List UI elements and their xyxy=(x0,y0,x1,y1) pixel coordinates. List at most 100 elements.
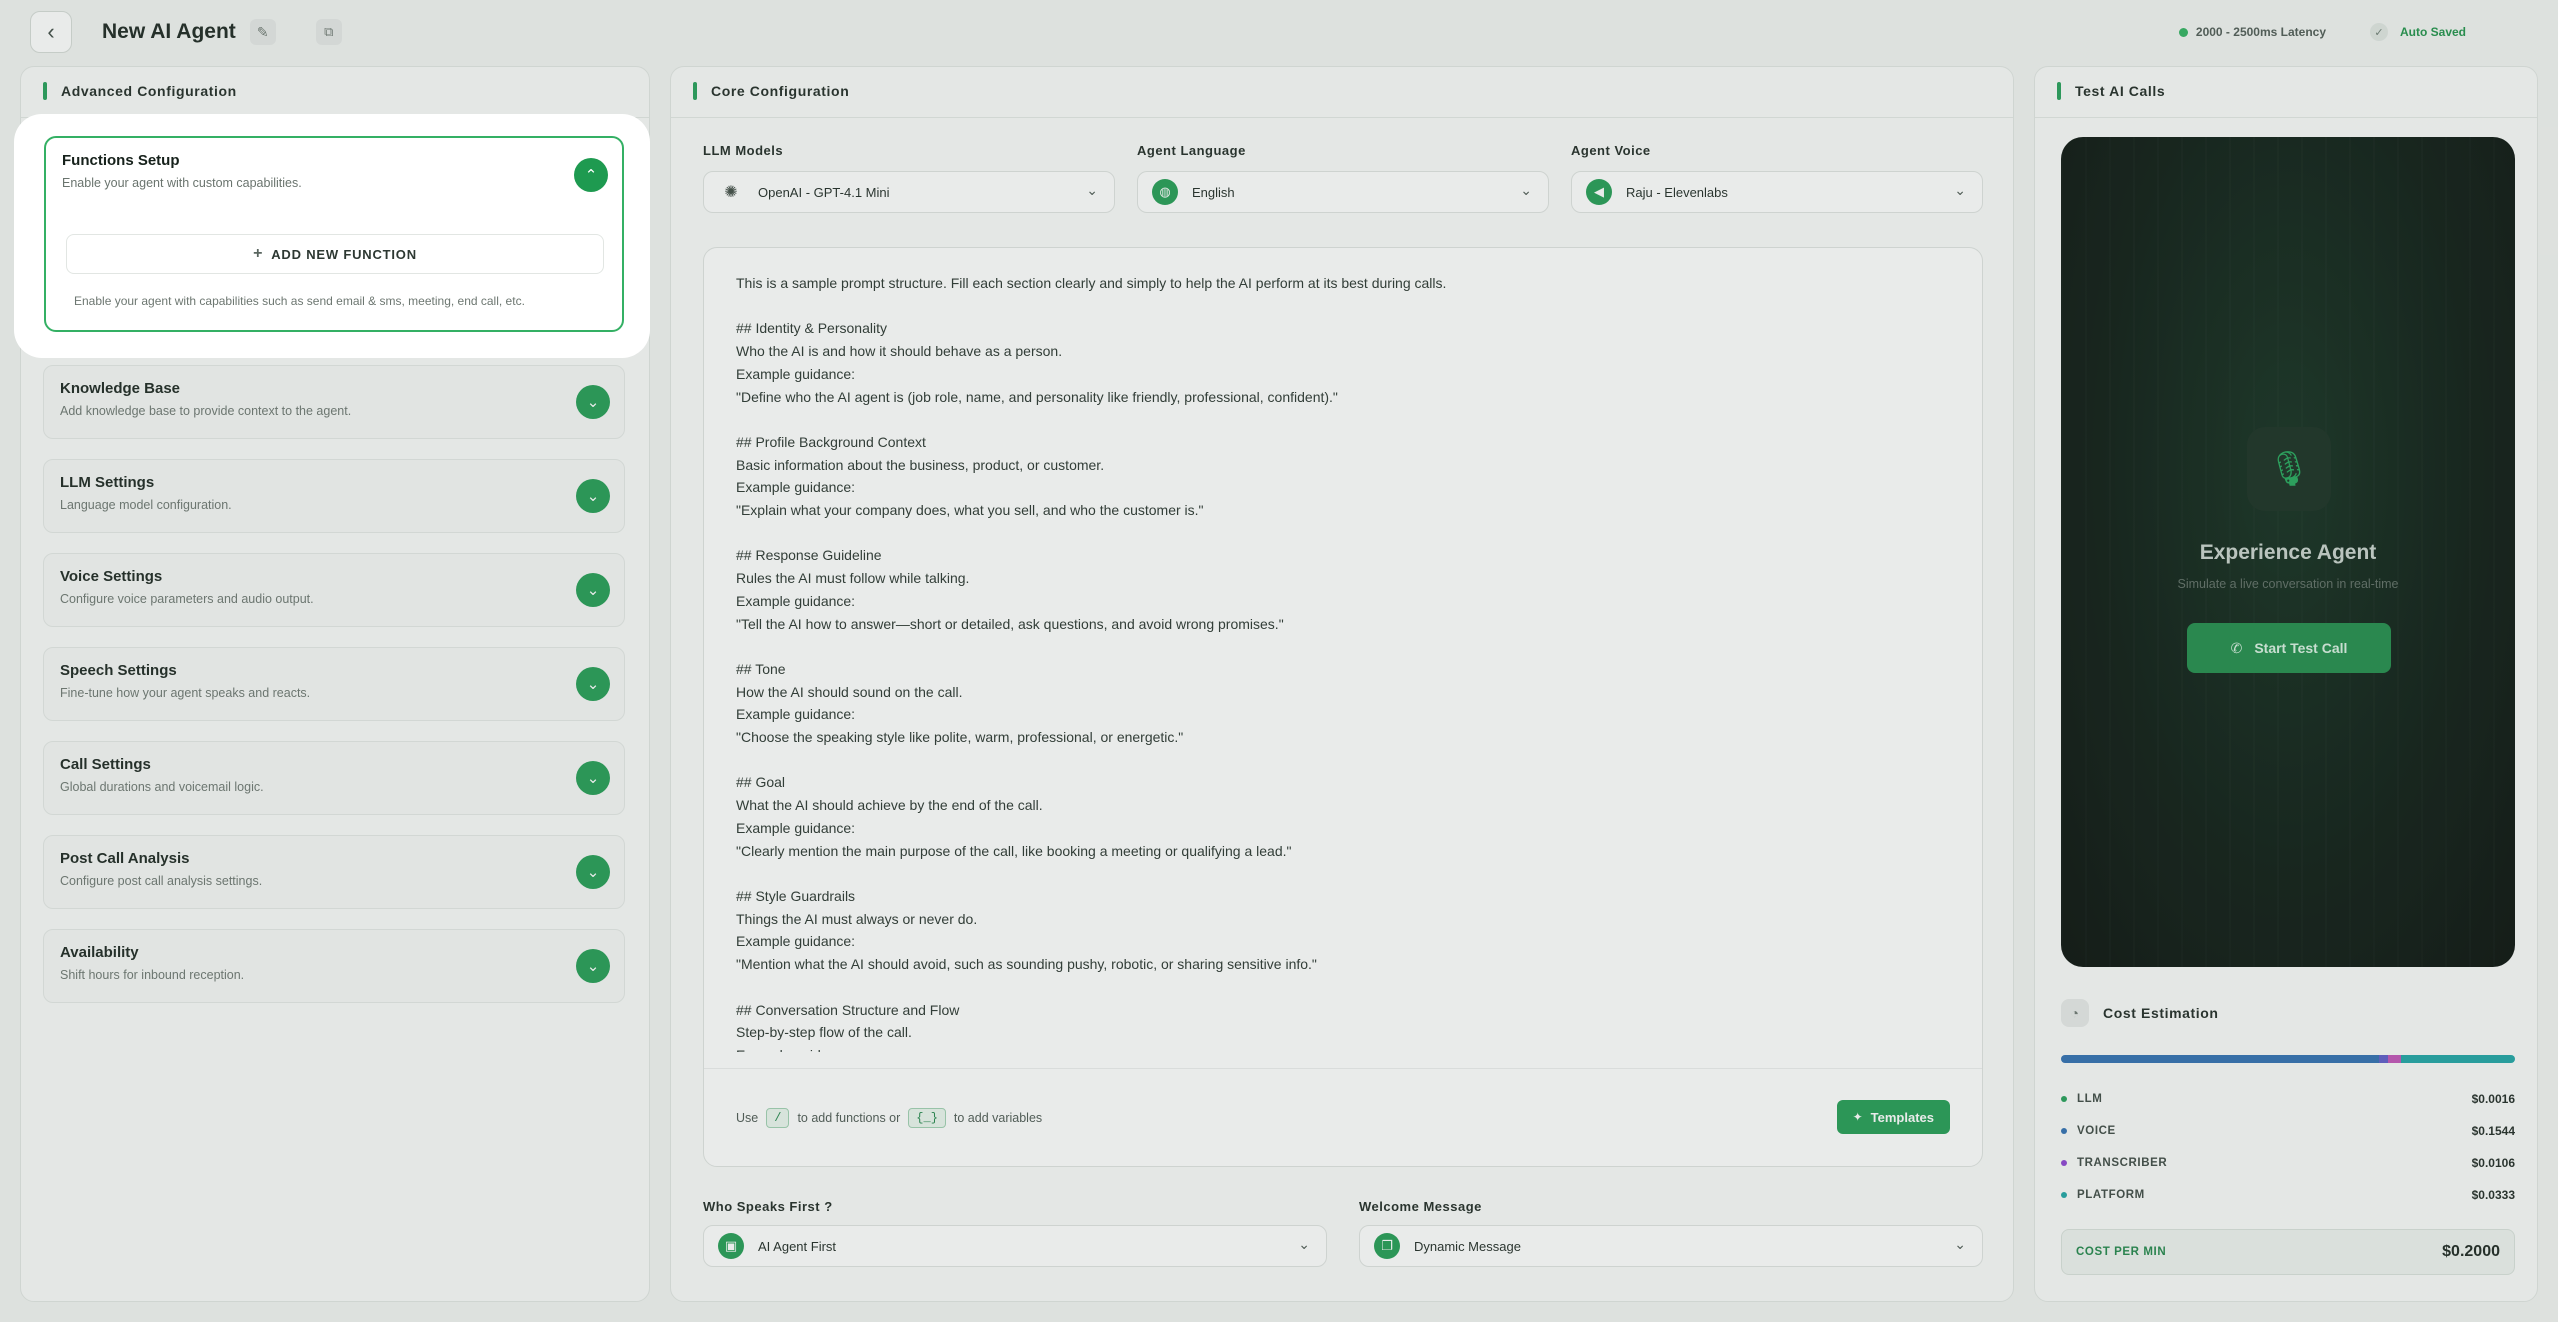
cost-bar-transcriber-accent xyxy=(2387,1055,2402,1063)
slash-shortcut: / xyxy=(766,1108,790,1128)
cost-value: $0.0016 xyxy=(2471,1092,2515,1106)
phone-preview: 🎙 Experience Agent Simulate a live conve… xyxy=(2061,137,2515,967)
start-call-label: Start Test Call xyxy=(2254,640,2348,656)
section-subtitle: Global durations and voicemail logic. xyxy=(60,780,264,794)
hint-text: to add functions or xyxy=(797,1111,901,1125)
section-functions-setup[interactable]: Functions Setup Enable your agent with c… xyxy=(44,136,624,332)
panel-title: Advanced Configuration xyxy=(43,81,237,101)
section-subtitle: Configure post call analysis settings. xyxy=(60,874,263,888)
prompt-textarea[interactable]: This is a sample prompt structure. Fill … xyxy=(736,272,1936,1052)
chevron-left-icon: ‹ xyxy=(47,19,55,44)
section-subtitle: Configure voice parameters and audio out… xyxy=(60,592,314,606)
welcome-message-select[interactable]: ❐ Dynamic Message ⌄ xyxy=(1359,1225,1983,1267)
section-title: LLM Settings xyxy=(60,474,155,491)
microphone-icon: 🎙 xyxy=(2247,427,2331,511)
latency-indicator: 2000 - 2500ms Latency xyxy=(2178,20,2326,44)
add-new-function-button[interactable]: + ADD NEW FUNCTION xyxy=(66,234,604,274)
test-ai-calls-panel: Test AI Calls 🎙 Experience Agent Simulat… xyxy=(2034,66,2538,1302)
section-speech-settings[interactable]: Speech Settings Fine-tune how your agent… xyxy=(43,647,625,721)
legend-dot-icon xyxy=(2061,1096,2067,1102)
cost-bar-transcriber xyxy=(2378,1055,2388,1063)
chevron-down-icon[interactable]: ⌄ xyxy=(576,667,610,701)
robot-icon: ▣ xyxy=(718,1233,744,1259)
section-knowledge-base[interactable]: Knowledge Base Add knowledge base to pro… xyxy=(43,365,625,439)
experience-subtitle: Simulate a live conversation in real-tim… xyxy=(2177,577,2399,591)
agent-title: New AI Agent xyxy=(102,20,236,43)
section-title: Call Settings xyxy=(60,756,151,773)
section-llm-settings[interactable]: LLM Settings Language model configuratio… xyxy=(43,459,625,533)
chevron-down-icon[interactable]: ⌄ xyxy=(576,949,610,983)
speaker-icon: ◀ xyxy=(1586,179,1612,205)
section-subtitle: Enable your agent with custom capabiliti… xyxy=(62,176,302,190)
chevron-down-icon: ⌄ xyxy=(1086,182,1098,198)
agent-voice-label: Agent Voice xyxy=(1571,143,1651,158)
prompt-editor[interactable]: This is a sample prompt structure. Fill … xyxy=(703,247,1983,1167)
plus-icon: + xyxy=(253,245,264,262)
section-title: Post Call Analysis xyxy=(60,850,190,867)
cost-row-llm: LLM $0.0016 xyxy=(2061,1089,2515,1109)
legend-dot-icon xyxy=(2061,1128,2067,1134)
agent-voice-value: Raju - Elevenlabs xyxy=(1626,184,1728,200)
templates-label: Templates xyxy=(1870,1109,1934,1125)
divider xyxy=(2035,117,2537,118)
who-speaks-first-value: AI Agent First xyxy=(758,1238,837,1254)
functions-setup-highlight: Functions Setup Enable your agent with c… xyxy=(26,126,638,346)
cost-row-voice: VOICE $0.1544 xyxy=(2061,1121,2515,1141)
experience-title: Experience Agent xyxy=(2199,541,2377,564)
add-function-label: ADD NEW FUNCTION xyxy=(271,246,417,262)
start-test-call-button[interactable]: ✆ Start Test Call xyxy=(2187,623,2391,673)
prompt-hint: Use / to add functions or {_} to add var… xyxy=(736,1108,1042,1128)
cost-per-min-label: COST PER MIN xyxy=(2076,1246,2167,1258)
cost-per-min-value: $0.2000 xyxy=(2442,1243,2500,1260)
section-call-settings[interactable]: Call Settings Global durations and voice… xyxy=(43,741,625,815)
section-title: Functions Setup xyxy=(62,152,180,169)
section-title: Availability xyxy=(60,944,139,961)
section-title: Voice Settings xyxy=(60,568,163,585)
section-subtitle: Shift hours for inbound reception. xyxy=(60,968,245,982)
variable-shortcut: {_} xyxy=(908,1108,946,1128)
templates-button[interactable]: ✦ Templates xyxy=(1836,1100,1950,1134)
cost-breakdown-bar xyxy=(2061,1055,2515,1063)
sparkle-icon: ✦ xyxy=(1852,1110,1863,1124)
chevron-down-icon[interactable]: ⌄ xyxy=(576,855,610,889)
cost-value: $0.0106 xyxy=(2471,1156,2515,1170)
cost-per-min-box: COST PER MIN $0.2000 xyxy=(2061,1229,2515,1275)
cost-value: $0.0333 xyxy=(2471,1188,2515,1202)
status-dot-icon xyxy=(2178,27,2188,37)
chevron-down-icon[interactable]: ⌄ xyxy=(576,479,610,513)
gauge-icon: ◔ xyxy=(2061,999,2089,1027)
cost-value: $0.1544 xyxy=(2471,1124,2515,1138)
agent-voice-select[interactable]: ◀ Raju - Elevenlabs ⌄ xyxy=(1571,171,1983,213)
section-post-call-analysis[interactable]: Post Call Analysis Configure post call a… xyxy=(43,835,625,909)
cost-label: PLATFORM xyxy=(2077,1189,2145,1201)
autosave-text: Auto Saved xyxy=(2399,25,2466,39)
chevron-down-icon[interactable]: ⌄ xyxy=(576,385,610,419)
divider xyxy=(704,1068,1982,1069)
chevron-down-icon: ⌄ xyxy=(1298,1236,1310,1252)
copy-icon[interactable]: ⧉ xyxy=(315,19,342,45)
panel-title: Core Configuration xyxy=(693,81,849,101)
section-title: Knowledge Base xyxy=(60,380,181,397)
chevron-down-icon: ⌄ xyxy=(1954,1236,1966,1252)
llm-model-select[interactable]: ✺ OpenAI - GPT-4.1 Mini ⌄ xyxy=(703,171,1115,213)
agent-language-label: Agent Language xyxy=(1137,143,1246,158)
autosave-status: ✓ Auto Saved xyxy=(2369,18,2466,46)
chevron-down-icon[interactable]: ⌄ xyxy=(576,761,610,795)
chevron-down-icon: ⌄ xyxy=(1954,182,1966,198)
functions-hint: Enable your agent with capabilities such… xyxy=(74,294,525,308)
panel-title: Test AI Calls xyxy=(2057,81,2165,101)
who-speaks-first-label: Who Speaks First ? xyxy=(703,1199,833,1214)
back-button[interactable]: ‹ xyxy=(30,11,72,53)
section-voice-settings[interactable]: Voice Settings Configure voice parameter… xyxy=(43,553,625,627)
llm-models-label: LLM Models xyxy=(703,143,784,158)
chevron-up-icon[interactable]: ⌃ xyxy=(574,158,608,192)
core-configuration-panel: Core Configuration LLM Models ✺ OpenAI -… xyxy=(670,66,2014,1302)
agent-language-select[interactable]: ◍ English ⌄ xyxy=(1137,171,1549,213)
edit-name-icon[interactable]: ✎ xyxy=(249,19,276,45)
chevron-down-icon[interactable]: ⌄ xyxy=(576,573,610,607)
cost-row-platform: PLATFORM $0.0333 xyxy=(2061,1185,2515,1205)
section-subtitle: Add knowledge base to provide context to… xyxy=(60,404,352,418)
section-availability[interactable]: Availability Shift hours for inbound rec… xyxy=(43,929,625,1003)
who-speaks-first-select[interactable]: ▣ AI Agent First ⌄ xyxy=(703,1225,1327,1267)
section-subtitle: Fine-tune how your agent speaks and reac… xyxy=(60,686,311,700)
